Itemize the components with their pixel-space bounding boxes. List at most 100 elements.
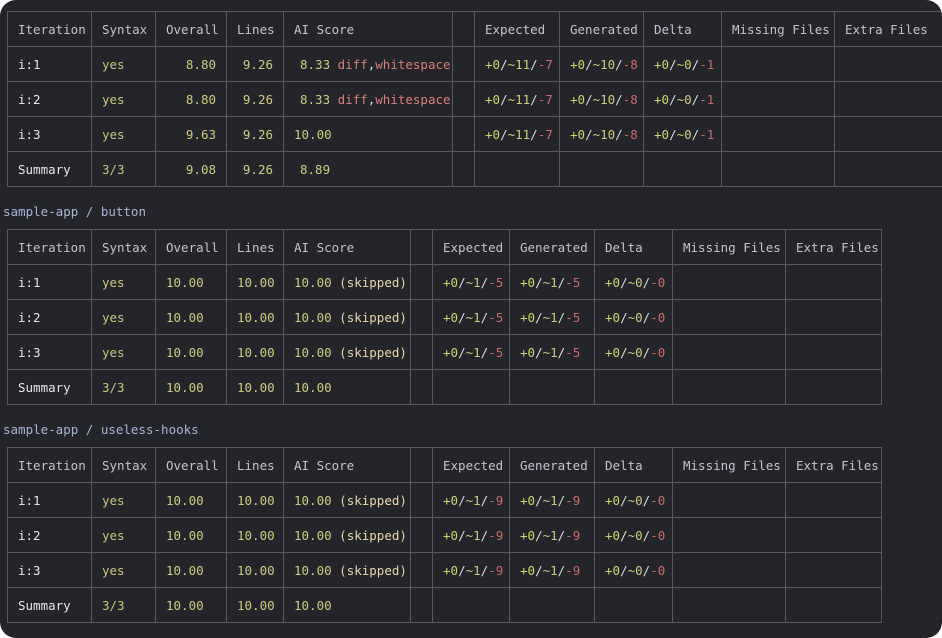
summary-row: Summary 3/3 10.00 10.00 10.00: [7, 587, 882, 623]
empty-cell: [474, 151, 560, 187]
overall-cell: 10.00: [155, 517, 227, 553]
extra-files-cell: [785, 299, 882, 335]
empty-cell: [594, 369, 673, 405]
col-generated: Generated: [559, 11, 644, 47]
delta-cell: +0/~0/-0: [594, 264, 673, 300]
generated-added: +0: [570, 91, 586, 107]
empty-cell: [432, 369, 510, 405]
lines-cell: 10.00: [226, 299, 284, 335]
expected-changed: ~1: [465, 309, 481, 325]
delta-added: +0: [654, 56, 670, 72]
col-overall: Overall: [155, 447, 227, 483]
col-syntax: Syntax: [91, 229, 156, 265]
extra-files-cell: [785, 517, 882, 553]
expected-added: +0: [443, 562, 459, 578]
delta-added: +0: [605, 527, 621, 543]
expected-cell: +0/~1/-5: [432, 334, 510, 370]
expected-cell: +0/~1/-9: [432, 552, 510, 588]
empty-cell: [721, 151, 835, 187]
delta-changed: ~0: [627, 274, 643, 290]
expected-changed: ~11: [507, 126, 531, 142]
syntax-cell: yes: [91, 81, 156, 117]
summary-row: Summary 3/3 10.00 10.00 10.00: [7, 369, 882, 405]
delta-changed: ~0: [627, 344, 643, 360]
syntax-cell: yes: [91, 299, 156, 335]
spacer-cell: [452, 81, 475, 117]
ai-score-cell: 10.00 (skipped): [283, 264, 411, 300]
table-row: i:3 yes 10.00 10.00 10.00 (skipped) +0/~…: [7, 552, 882, 588]
overall-cell: 10.00: [155, 264, 227, 300]
table-row: i:2 yes 10.00 10.00 10.00 (skipped) +0/~…: [7, 517, 882, 553]
syntax-cell: yes: [91, 552, 156, 588]
ai-score-value: 10.00: [294, 309, 332, 325]
col-overall: Overall: [155, 229, 227, 265]
lines-cell: 10.00: [226, 517, 284, 553]
results-table-3: Iteration Syntax Overall Lines AI Score …: [7, 447, 882, 623]
empty-cell: [643, 151, 722, 187]
expected-cell: +0/~11/-7: [474, 46, 560, 82]
iteration-cell: i:1: [7, 482, 92, 518]
table-row: i:3 yes 9.63 9.26 10.00 +0/~11/-7 +0/~10…: [7, 116, 942, 152]
terminal-window: Iteration Syntax Overall Lines AI Score …: [0, 0, 942, 638]
table-row: i:3 yes 10.00 10.00 10.00 (skipped) +0/~…: [7, 334, 882, 370]
summary-row: Summary 3/3 9.08 9.26 8.89: [7, 151, 942, 187]
ai-score-cell: 10.00 (skipped): [283, 482, 411, 518]
expected-cell: +0/~1/-5: [432, 299, 510, 335]
generated-cell: +0/~1/-9: [509, 517, 595, 553]
spacer-cell: [410, 587, 433, 623]
ai-score-value: 10.00: [294, 274, 332, 290]
syntax-cell: yes: [91, 116, 156, 152]
ai-score-cell: 10.00 (skipped): [283, 552, 411, 588]
col-ai-score: AI Score: [283, 447, 411, 483]
delta-removed: -0: [650, 562, 666, 578]
delta-added: +0: [605, 344, 621, 360]
expected-cell: +0/~11/-7: [474, 81, 560, 117]
col-missing-files: Missing Files: [672, 447, 786, 483]
ai-score-cell: 10.00 (skipped): [283, 517, 411, 553]
header-row: Iteration Syntax Overall Lines AI Score …: [7, 447, 882, 483]
skipped-label: (skipped): [339, 309, 407, 325]
spacer-cell: [452, 116, 475, 152]
generated-removed: -8: [622, 126, 638, 142]
summary-ai-score: 10.00: [283, 369, 411, 405]
ai-score-value: 10.00: [294, 562, 332, 578]
spacer-cell: [410, 482, 433, 518]
section-title-useless-hooks: sample-app / useless-hooks: [3, 422, 199, 437]
spacer-cell: [410, 334, 433, 370]
table-row: i:1 yes 8.80 9.26 8.33 diff,whitespace +…: [7, 46, 942, 82]
spacer-cell: [410, 299, 433, 335]
col-ai-score: AI Score: [283, 229, 411, 265]
empty-cell: [785, 587, 882, 623]
lines-cell: 9.26: [226, 81, 284, 117]
expected-removed: -9: [488, 527, 504, 543]
col-ai-score: AI Score: [283, 11, 453, 47]
overall-cell: 8.80: [155, 46, 227, 82]
lines-cell: 10.00: [226, 552, 284, 588]
table-row: i:2 yes 10.00 10.00 10.00 (skipped) +0/~…: [7, 299, 882, 335]
ai-score-cell: 10.00: [283, 116, 453, 152]
col-expected: Expected: [474, 11, 560, 47]
empty-cell: [509, 369, 595, 405]
generated-added: +0: [520, 344, 536, 360]
delta-cell: +0/~0/-0: [594, 552, 673, 588]
iteration-cell: i:3: [7, 334, 92, 370]
delta-changed: ~0: [676, 126, 692, 142]
delta-changed: ~0: [627, 527, 643, 543]
expected-removed: -7: [537, 56, 553, 72]
ai-note-whitespace: whitespace: [375, 56, 451, 72]
delta-changed: ~0: [627, 562, 643, 578]
generated-changed: ~1: [542, 492, 558, 508]
expected-cell: +0/~1/-9: [432, 482, 510, 518]
delta-removed: -0: [650, 344, 666, 360]
col-spacer: [452, 11, 475, 47]
generated-cell: +0/~1/-9: [509, 482, 595, 518]
missing-files-cell: [672, 482, 786, 518]
col-delta: Delta: [594, 229, 673, 265]
iteration-cell: i:2: [7, 81, 92, 117]
extra-files-cell: [834, 116, 942, 152]
summary-lines: 10.00: [226, 369, 284, 405]
spacer-cell: [452, 46, 475, 82]
iteration-cell: i:3: [7, 116, 92, 152]
col-spacer: [410, 229, 433, 265]
generated-removed: -5: [565, 344, 581, 360]
